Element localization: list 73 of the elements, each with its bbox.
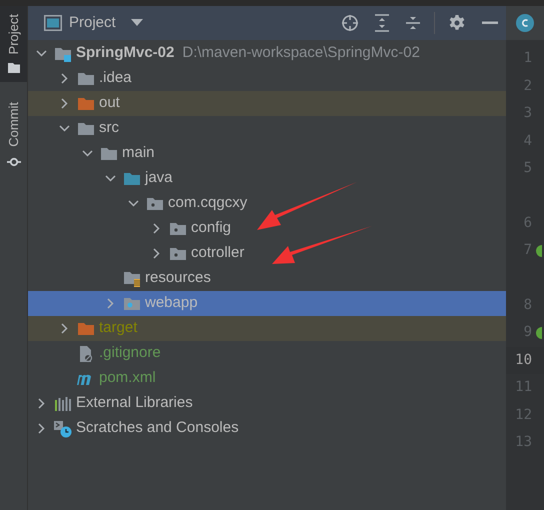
chevron-down-icon[interactable]: [36, 48, 46, 59]
chevron-right-icon[interactable]: [36, 398, 46, 409]
side-tab[interactable]: Commit: [0, 94, 27, 178]
settings-gear-icon[interactable]: [448, 14, 466, 32]
collapse-all-icon[interactable]: [405, 14, 421, 32]
item-label: .gitignore: [99, 343, 161, 364]
tree-item[interactable]: .gitignore: [28, 341, 506, 366]
web-folder-icon: [123, 296, 141, 310]
tree-item[interactable]: src: [28, 116, 506, 141]
tree-item[interactable]: java: [28, 166, 506, 191]
folder-icon: [100, 146, 118, 160]
item-label: out: [99, 93, 120, 114]
module-folder-icon: [54, 46, 72, 62]
expand-all-icon[interactable]: [374, 14, 390, 32]
package-folder-icon: [169, 246, 187, 260]
chevron-right-icon[interactable]: [150, 248, 162, 259]
item-label: cotroller: [191, 243, 244, 264]
folder-icon: [77, 96, 95, 110]
item-label: java: [145, 168, 173, 188]
item-label: com.cqgcxy: [168, 193, 248, 214]
folder-icon: [77, 72, 95, 86]
project-view-icon: [44, 15, 62, 31]
scratches-clock-icon: [53, 420, 73, 438]
item-label: Scratches and Consoles: [76, 418, 239, 438]
side-tab[interactable]: Project: [0, 6, 27, 82]
item-label: pom.xml: [99, 368, 156, 388]
chevron-down-icon[interactable]: [58, 123, 70, 134]
minimize-icon[interactable]: [482, 21, 498, 25]
item-label: src: [99, 118, 119, 138]
item-label: External Libraries: [76, 393, 193, 414]
item-label: .idea: [99, 68, 132, 88]
gutter-marker-icon[interactable]: [536, 244, 542, 257]
gutter-marker-icon[interactable]: [536, 326, 542, 339]
chevron-right-icon[interactable]: [58, 73, 70, 84]
tree-item[interactable]: pom.xml: [28, 366, 506, 391]
item-label: main: [122, 143, 155, 164]
tree-item[interactable]: main: [28, 141, 506, 166]
folder-icon: [77, 122, 95, 136]
tree-item[interactable]: SpringMvc-02 D:\maven-workspace\SpringMvc-02: [28, 41, 506, 66]
folder-icon: [6, 62, 20, 74]
ignore-file-icon: [78, 344, 94, 362]
item-label: resources: [145, 268, 211, 288]
tree-item[interactable]: config: [28, 216, 506, 241]
tree-item[interactable]: resources: [28, 266, 506, 291]
module-path: D:\maven-workspace\SpringMvc-02: [182, 43, 420, 64]
item-label: webapp: [145, 293, 198, 314]
item-label: config: [191, 218, 232, 238]
chevron-down-icon[interactable]: [82, 148, 92, 159]
chevron-down-icon[interactable]: [104, 173, 116, 184]
tree-item[interactable]: com.cqgcxy: [28, 191, 506, 216]
tree-item[interactable]: .idea: [28, 66, 506, 91]
tree-item[interactable]: External Libraries: [28, 391, 506, 416]
tree-item[interactable]: cotroller: [28, 241, 506, 266]
package-folder-icon: [146, 196, 164, 210]
panel-title[interactable]: Project: [69, 12, 116, 34]
item-label: SpringMvc-02: [76, 43, 174, 64]
tree-item[interactable]: out: [28, 91, 506, 116]
chevron-right-icon[interactable]: [36, 423, 46, 434]
dropdown-caret-icon[interactable]: [130, 19, 143, 27]
folder-icon: [77, 322, 95, 336]
package-folder-icon: [169, 222, 187, 236]
chevron-right-icon[interactable]: [150, 223, 162, 234]
folder-icon: [123, 172, 141, 186]
class-c-icon[interactable]: [516, 14, 534, 32]
chevron-right-icon[interactable]: [58, 323, 70, 334]
chevron-right-icon[interactable]: [58, 98, 70, 109]
line-number: 10: [514, 350, 532, 370]
tree-item[interactable]: Scratches and Consoles: [28, 416, 506, 441]
locate-crosshair-icon[interactable]: [341, 14, 359, 32]
chevron-down-icon[interactable]: [128, 198, 138, 209]
resources-folder-icon: [123, 270, 141, 286]
libraries-icon: [54, 396, 72, 412]
item-label: target: [99, 318, 138, 338]
